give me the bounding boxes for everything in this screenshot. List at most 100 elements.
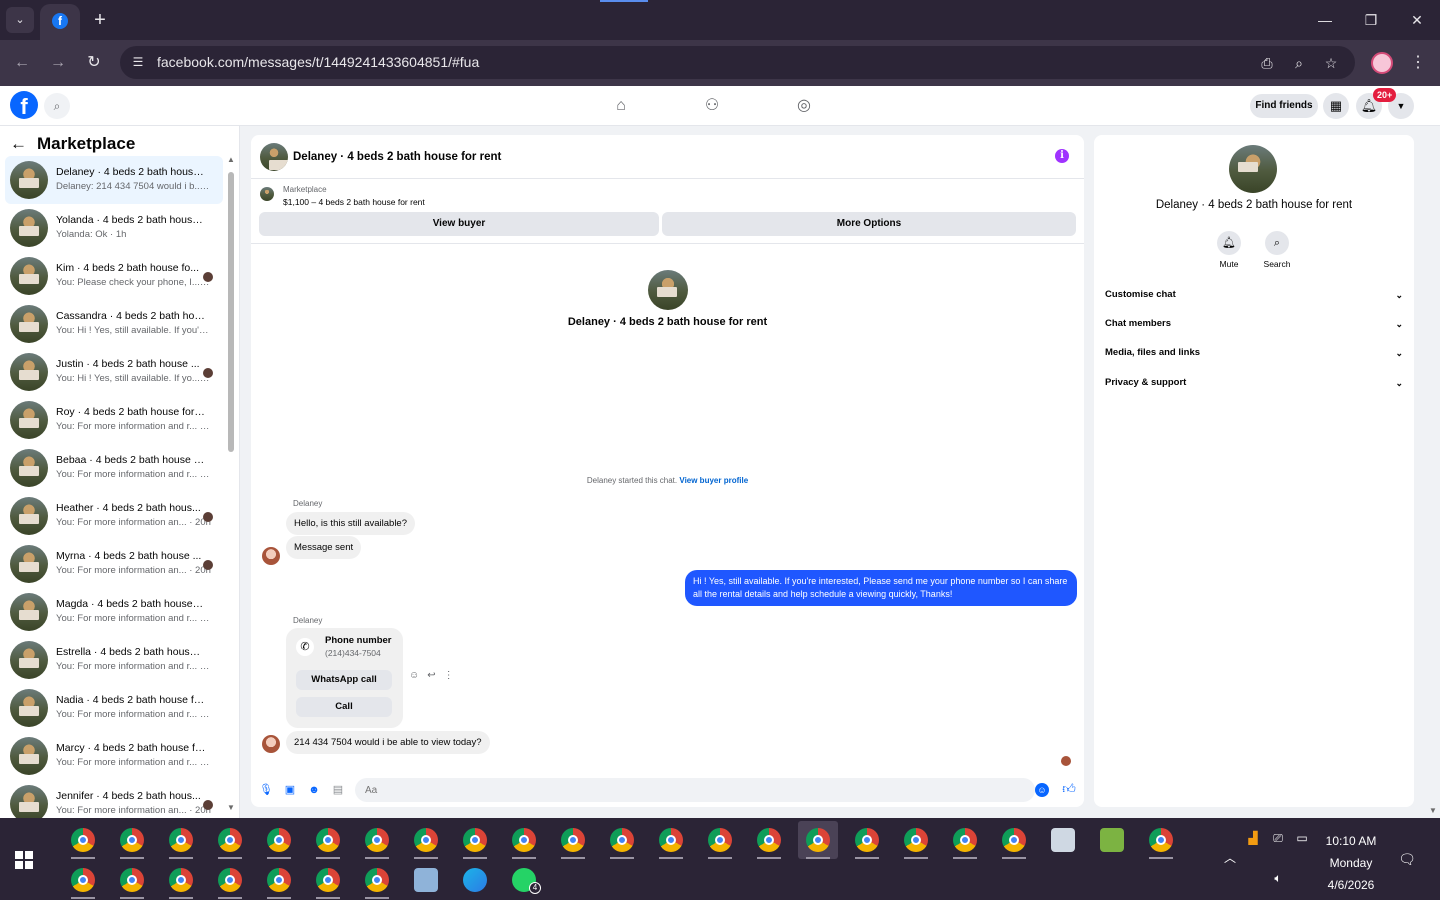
- conversation-item[interactable]: Delaney · 4 beds 2 bath house ... Delaney…: [5, 156, 223, 204]
- search-icon[interactable]: ⌕: [44, 93, 70, 119]
- reload-icon[interactable]: ↻: [80, 49, 108, 77]
- address-bar[interactable]: ☰ facebook.com/messages/t/14492414336048…: [120, 46, 1355, 79]
- conversation-item[interactable]: Cassandra · 4 beds 2 bath hous... You: Hi…: [5, 300, 223, 348]
- browser-tab-facebook[interactable]: f: [40, 4, 80, 40]
- listing-price[interactable]: $1,100 – 4 beds 2 bath house for rent: [283, 197, 425, 207]
- profile-avatar[interactable]: [1371, 52, 1393, 74]
- privacy-support-row[interactable]: Privacy & support ⌄: [1105, 373, 1403, 393]
- taskbar-app-chrome[interactable]: [994, 821, 1034, 859]
- taskbar-app-chrome[interactable]: [602, 821, 642, 859]
- new-tab-button[interactable]: +: [88, 8, 112, 32]
- conversation-item[interactable]: Heather · 4 beds 2 bath hous... You: For …: [5, 492, 223, 540]
- page-scroll-down-icon[interactable]: ▼: [1428, 806, 1438, 816]
- taskbar-app-chrome[interactable]: [357, 821, 397, 859]
- windows-start-icon[interactable]: [15, 851, 33, 869]
- sidebar-scrollbar[interactable]: ▲ ▼: [227, 156, 235, 816]
- taskbar-app-chrome[interactable]: [63, 821, 103, 859]
- gallery-icon[interactable]: ▣: [283, 783, 297, 797]
- emoji-icon[interactable]: ☺: [1035, 783, 1049, 797]
- conversation-item[interactable]: Marcy · 4 beds 2 bath house fo... You: Fo…: [5, 732, 223, 780]
- taskbar-app-chrome[interactable]: [945, 821, 985, 859]
- scroll-thumb[interactable]: [228, 172, 234, 452]
- search-icon[interactable]: ⌕: [1265, 231, 1289, 255]
- message-incoming[interactable]: Message sent: [286, 536, 362, 559]
- taskbar-app-keyboard[interactable]: [406, 861, 446, 899]
- microphone-icon[interactable]: 🎙︎: [259, 783, 273, 797]
- taskbar-app-chrome[interactable]: [357, 861, 397, 899]
- tray-app-icon[interactable]: ▟: [1245, 830, 1261, 846]
- scroll-up-icon[interactable]: ▲: [227, 156, 235, 164]
- maximize-button[interactable]: ❐: [1351, 6, 1391, 34]
- mute-button[interactable]: 🔔︎ Mute: [1209, 231, 1249, 269]
- conversation-item[interactable]: Kim · 4 beds 2 bath house fo... You: Plea…: [5, 252, 223, 300]
- message-incoming[interactable]: 214 434 7504 would i be able to view tod…: [286, 731, 490, 754]
- taskbar-app-chrome[interactable]: [406, 821, 446, 859]
- taskbar-app-chrome[interactable]: [700, 821, 740, 859]
- taskbar-app-chrome[interactable]: [651, 821, 691, 859]
- conversation-item[interactable]: Bebaa · 4 beds 2 bath house fo... You: Fo…: [5, 444, 223, 492]
- taskbar-app-chrome[interactable]: [112, 861, 152, 899]
- conversation-item[interactable]: Justin · 4 beds 2 bath house ... You: Hi …: [5, 348, 223, 396]
- conversation-item[interactable]: Jennifer · 4 beds 2 bath hous... You: For…: [5, 780, 223, 818]
- taskbar-app-chrome[interactable]: [896, 821, 936, 859]
- listing-thumbnail[interactable]: [260, 187, 274, 201]
- taskbar-app-chrome[interactable]: [847, 821, 887, 859]
- close-window-button[interactable]: ✕: [1397, 6, 1437, 34]
- taskbar-app-chrome[interactable]: [259, 861, 299, 899]
- conversation-item[interactable]: Estrella · 4 beds 2 bath house f... You: …: [5, 636, 223, 684]
- back-arrow-icon[interactable]: ←: [10, 134, 27, 154]
- conversation-item[interactable]: Magda · 4 beds 2 bath house f... You: For…: [5, 588, 223, 636]
- taskbar-app-chrome[interactable]: [1141, 821, 1181, 859]
- menu-grid-icon[interactable]: ▦: [1323, 93, 1349, 119]
- customise-chat-row[interactable]: Customise chat ⌄: [1105, 285, 1403, 305]
- tray-chevron-icon[interactable]: ︿: [1222, 850, 1238, 866]
- back-arrow-icon[interactable]: ←: [8, 49, 36, 77]
- whatsapp-call-button[interactable]: WhatsApp call: [296, 670, 392, 690]
- taskbar-app-edge[interactable]: [455, 861, 495, 899]
- thumbs-up-icon[interactable]: 👍︎: [1061, 781, 1077, 797]
- sender-avatar[interactable]: [262, 547, 280, 565]
- chat-members-row[interactable]: Chat members ⌄: [1105, 314, 1403, 334]
- media-files-links-row[interactable]: Media, files and links ⌄: [1105, 343, 1403, 363]
- browser-menu-icon[interactable]: ⋮: [1408, 50, 1428, 76]
- taskbar-app-whatsapp[interactable]: 4: [504, 861, 544, 899]
- message-input[interactable]: [355, 778, 1035, 802]
- taskbar-app-chrome[interactable]: [504, 821, 544, 859]
- taskbar-app-chrome[interactable]: [210, 861, 250, 899]
- taskbar-app-chrome[interactable]: [553, 821, 593, 859]
- find-friends-button[interactable]: Find friends: [1250, 94, 1318, 118]
- scroll-down-icon[interactable]: ▼: [227, 804, 235, 812]
- bell-icon[interactable]: 🔔︎: [1217, 231, 1241, 255]
- address-url[interactable]: facebook.com/messages/t/1449241433604851…: [157, 54, 479, 70]
- facebook-logo-icon[interactable]: f: [10, 91, 38, 119]
- taskbar-app-chrome[interactable]: [749, 821, 789, 859]
- friends-icon[interactable]: ⚇: [700, 94, 724, 118]
- gif-icon[interactable]: ▤: [331, 783, 345, 797]
- sender-avatar[interactable]: [262, 735, 280, 753]
- groups-icon[interactable]: ◎: [792, 94, 816, 118]
- search-button[interactable]: ⌕ Search: [1257, 231, 1297, 269]
- reply-icon[interactable]: ↩: [427, 670, 435, 681]
- taskbar-app-chrome[interactable]: [308, 861, 348, 899]
- taskbar-app-chrome[interactable]: [161, 821, 201, 859]
- chat-title[interactable]: Delaney · 4 beds 2 bath house for rent: [293, 151, 501, 163]
- conversation-item[interactable]: Yolanda · 4 beds 2 bath house f... Yoland…: [5, 204, 223, 252]
- notification-center-icon[interactable]: 🗨︎: [1398, 850, 1416, 868]
- taskbar-app-chrome[interactable]: [210, 821, 250, 859]
- more-icon[interactable]: ⋮: [444, 670, 454, 681]
- conversation-item[interactable]: Roy · 4 beds 2 bath house for r... You: F…: [5, 396, 223, 444]
- volume-icon[interactable]: 🔈︎: [1270, 870, 1286, 886]
- zoom-icon[interactable]: ⌕: [1289, 53, 1309, 73]
- react-icon[interactable]: ☺: [409, 670, 419, 681]
- network-icon[interactable]: ▭: [1294, 830, 1310, 846]
- view-buyer-profile-link[interactable]: View buyer profile: [679, 476, 748, 485]
- call-button[interactable]: Call: [296, 697, 392, 717]
- message-outgoing[interactable]: Hi ! Yes, still available. If you're int…: [685, 570, 1077, 606]
- site-info-icon[interactable]: ☰: [130, 54, 146, 70]
- message-incoming[interactable]: Hello, is this still available?: [286, 512, 415, 535]
- sticker-icon[interactable]: ☻: [307, 783, 321, 797]
- conversation-item[interactable]: Nadia · 4 beds 2 bath house fo... You: Fo…: [5, 684, 223, 732]
- forward-arrow-icon[interactable]: →: [44, 49, 72, 77]
- minimize-button[interactable]: —: [1305, 6, 1345, 34]
- taskbar-app-notepad[interactable]: [1043, 821, 1083, 859]
